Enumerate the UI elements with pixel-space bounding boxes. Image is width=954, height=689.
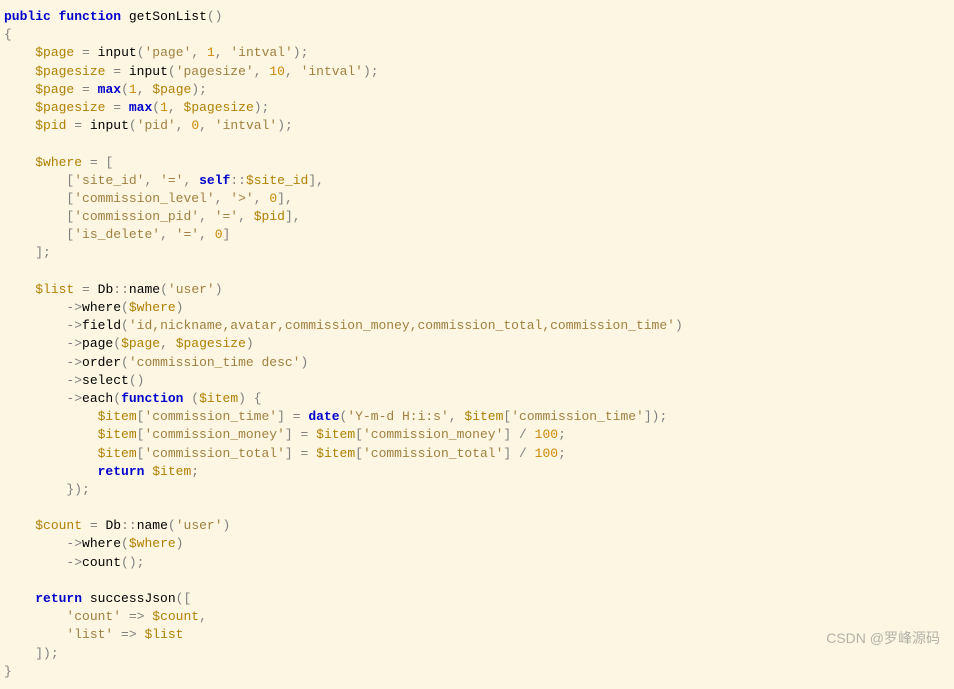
keyword: function bbox=[59, 9, 121, 24]
string: 'page' bbox=[145, 45, 192, 60]
keyword: public bbox=[4, 9, 51, 24]
variable: $page bbox=[35, 45, 74, 60]
number: 1 bbox=[207, 45, 215, 60]
string: 'intval' bbox=[230, 45, 292, 60]
function-name: getSonList bbox=[129, 9, 207, 24]
code-block: public function getSonList() { $page = i… bbox=[0, 0, 954, 689]
func-call: input bbox=[98, 45, 137, 60]
paren: () bbox=[207, 9, 223, 24]
